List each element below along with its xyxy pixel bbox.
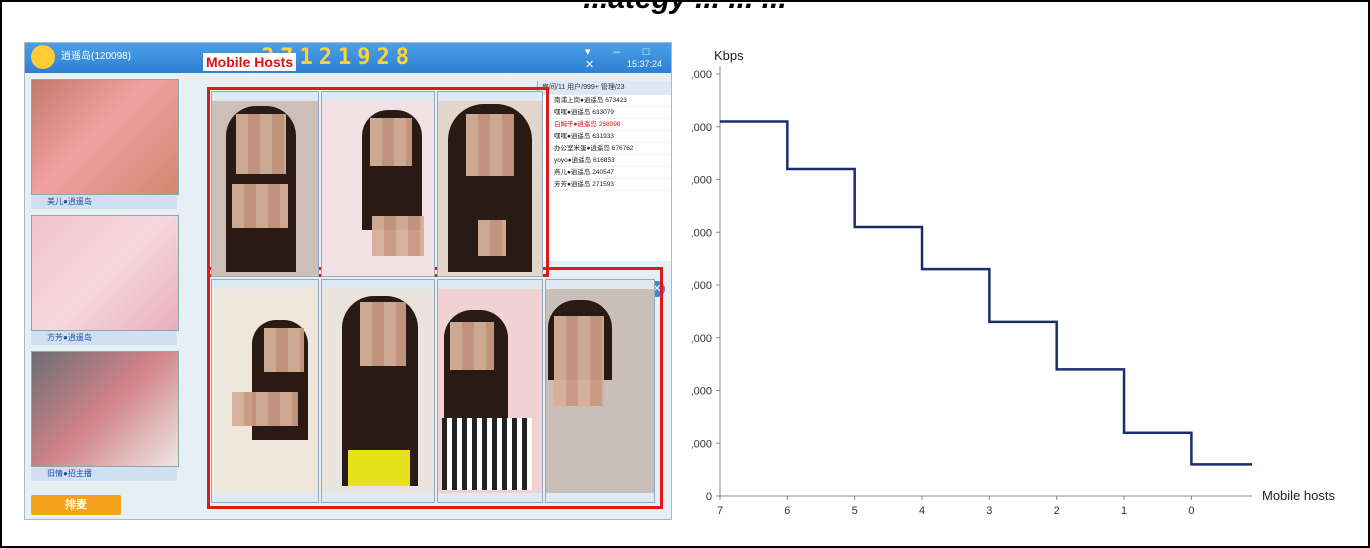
x-tick-label: 0 (1188, 505, 1194, 517)
side-list-row[interactable]: 白姆子●逍遥岛 258098 (538, 119, 671, 131)
series-step-line (720, 120, 1252, 466)
chart-svg: 0 1,000 2,000 3,000 4,000 5,000 6,000 7,000 8,00… (692, 48, 1335, 517)
y-tick-label: 0 (706, 491, 712, 503)
mobile-host-video[interactable] (437, 91, 543, 277)
x-tick-label: 4 (919, 505, 925, 517)
thumb-caption[interactable]: 美儿●逍遥岛 (31, 195, 177, 209)
x-tick-label: 1 (1121, 505, 1127, 517)
app-user-label: 逍遥岛(120098) (61, 51, 132, 62)
y-tick-label: 8,000 (692, 69, 712, 81)
app-time: 15:37:24 (627, 59, 663, 69)
host-thumbnail[interactable] (31, 79, 179, 195)
data-point (719, 120, 721, 122)
mobile-host-video[interactable] (321, 279, 435, 503)
side-list-row[interactable]: 芳芳●逍遥岛 271593 (538, 179, 671, 191)
host-thumbnails: 美儿●逍遥岛 方芳●逍遥岛 旧情●招主播 (31, 79, 179, 497)
y-tick-label: 6,000 (692, 175, 712, 187)
x-tick-label: 7 (717, 505, 723, 517)
host-thumbnail[interactable] (31, 351, 179, 467)
data-point (1190, 463, 1192, 465)
thumb-caption[interactable]: 旧情●招主播 (31, 467, 177, 481)
mobile-host-video[interactable] (545, 279, 655, 503)
mobile-host-video[interactable] (321, 91, 435, 277)
data-point (921, 268, 923, 270)
x-tick-label: 5 (852, 505, 858, 517)
data-point (1123, 432, 1125, 434)
side-list-row[interactable]: yoyo●逍遥岛 616853 (538, 155, 671, 167)
y-tick-label: 7,000 (692, 122, 712, 134)
data-point (988, 321, 990, 323)
queue-button[interactable]: 排麦 (31, 495, 121, 515)
x-tick-label: 3 (986, 505, 992, 517)
streaming-app-screenshot: 逍遥岛(120098) 37121928 ▾ – □ ✕ 15:37:24 美儿… (24, 42, 672, 520)
side-list-row[interactable]: 嘿嘿●逍遥岛 631933 (538, 131, 671, 143)
side-tabs[interactable]: 房间/11 用户/999+ 管理/23 (538, 81, 671, 95)
x-tick-label: 2 (1054, 505, 1060, 517)
bandwidth-step-chart: 0 1,000 2,000 3,000 4,000 5,000 6,000 7,000 8,00… (692, 42, 1364, 522)
y-tick-label: 2,000 (692, 386, 712, 398)
y-tick-label: 1,000 (692, 438, 712, 450)
host-thumbnail[interactable] (31, 215, 179, 331)
room-user-list: 房间/11 用户/999+ 管理/23 南浦上岗●逍遥岛 673423 嘿嘿●逍遥… (537, 81, 671, 261)
y-tick-label: 4,000 (692, 280, 712, 292)
y-axis-label: Kbps (714, 48, 744, 63)
side-rows: 南浦上岗●逍遥岛 673423 嘿嘿●逍遥岛 633079 白姆子●逍遥岛 2580… (538, 95, 671, 191)
data-point (1056, 368, 1058, 370)
app-logo-icon (31, 45, 55, 69)
side-list-row[interactable]: 办公室米蛋●逍遥岛 676762 (538, 143, 671, 155)
side-list-row[interactable]: 南浦上岗●逍遥岛 673423 (538, 95, 671, 107)
y-tick-label: 5,000 (692, 227, 712, 239)
x-axis-label: Mobile hosts (1262, 488, 1335, 503)
mobile-host-video[interactable] (211, 91, 319, 277)
y-tick-label: 3,000 (692, 333, 712, 345)
figure-title: ...ategy ... ... ... (2, 2, 1368, 16)
figure-frame: ...ategy ... ... ... 逍遥岛(120098) 3712192… (0, 0, 1370, 548)
thumb-caption[interactable]: 方芳●逍遥岛 (31, 331, 177, 345)
data-point (854, 226, 856, 228)
x-tick-label: 6 (784, 505, 790, 517)
side-list-row[interactable]: 嘿嘿●逍遥岛 633079 (538, 107, 671, 119)
data-point (786, 168, 788, 170)
mobile-hosts-label: Mobile Hosts (203, 53, 297, 71)
side-list-row[interactable]: 燕儿●逍遥岛 240547 (538, 167, 671, 179)
mobile-host-video[interactable] (211, 279, 319, 503)
mobile-host-video[interactable] (437, 279, 543, 503)
